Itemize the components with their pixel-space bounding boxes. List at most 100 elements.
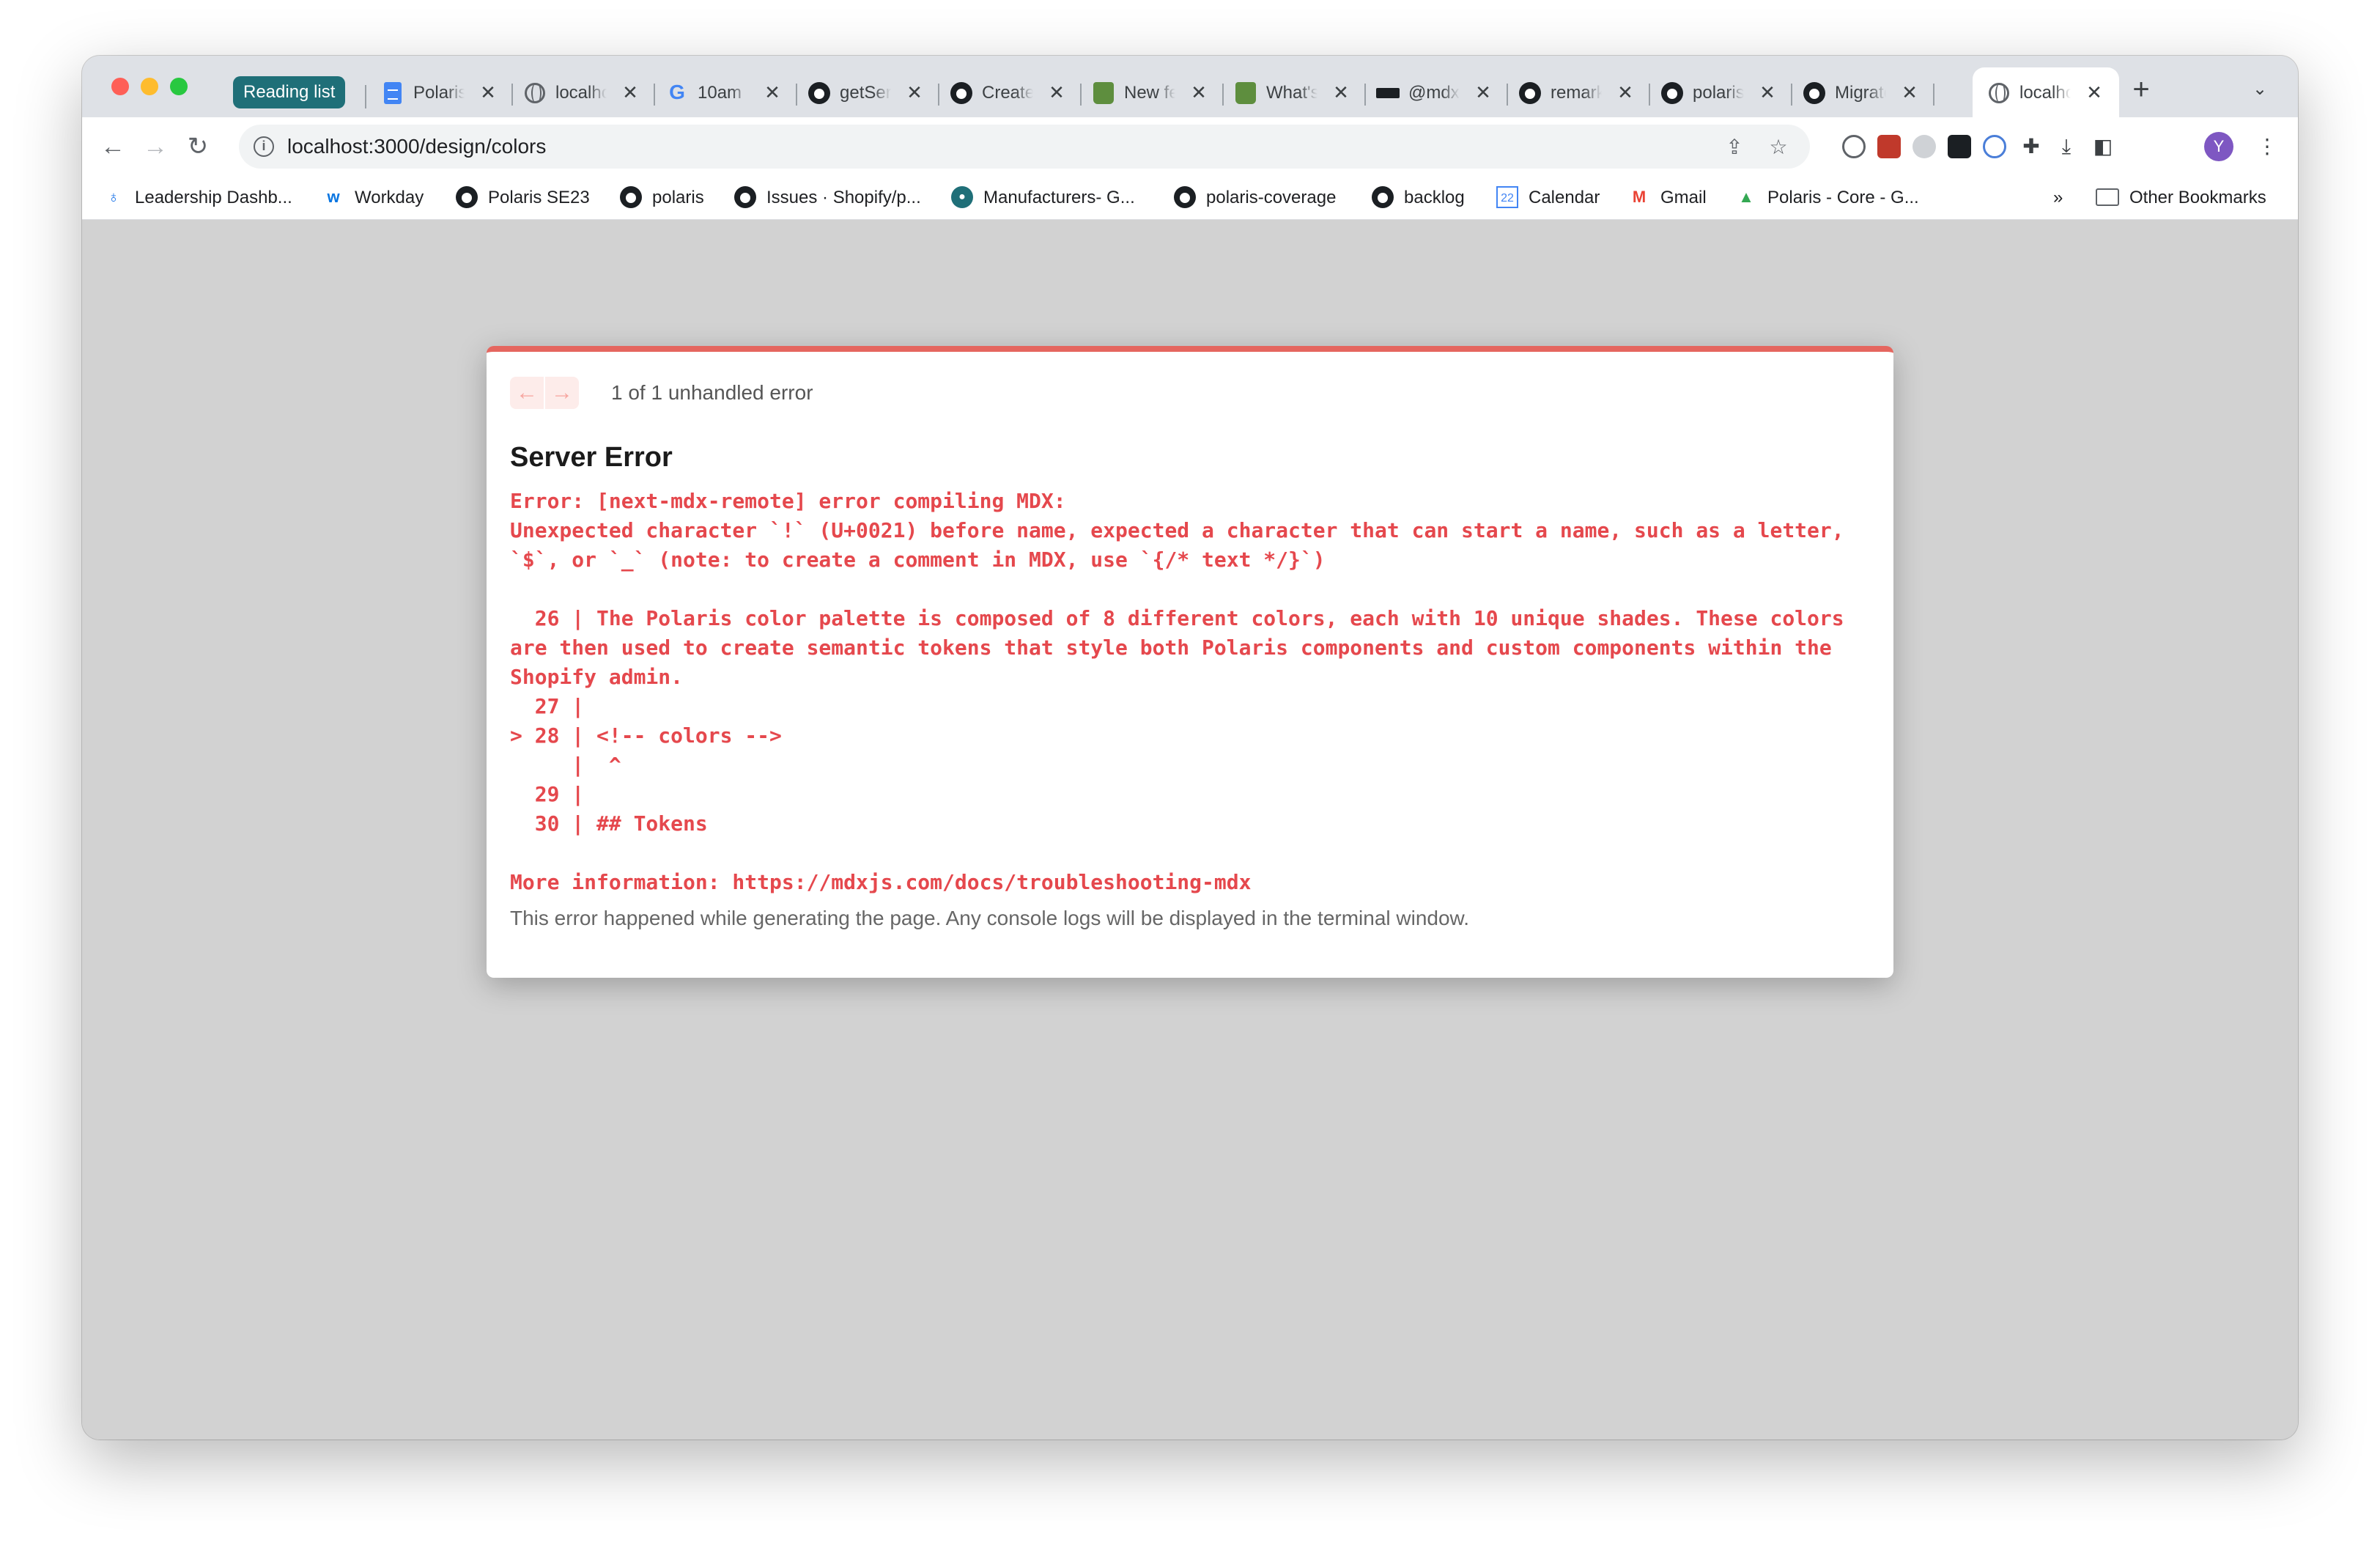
tab-close-icon[interactable]: ✕ <box>1473 82 1493 103</box>
close-window-button[interactable] <box>111 78 129 95</box>
bookmark-item[interactable]: Issues · Shopify/p... <box>734 183 921 213</box>
tab-close-icon[interactable]: ✕ <box>478 82 498 103</box>
other-bookmarks-label: Other Bookmarks <box>2129 188 2266 207</box>
bookmark-label: polaris-coverage <box>1206 188 1337 207</box>
browser-tab[interactable]: Migrate ✕ <box>1788 67 1934 117</box>
github-icon <box>456 185 478 208</box>
browser-tab[interactable]: What's ✕ <box>1219 67 1366 117</box>
bookmark-item[interactable]: backlog <box>1372 183 1465 213</box>
mdx-icon <box>1376 87 1400 98</box>
tab-close-icon[interactable]: ✕ <box>1757 82 1778 103</box>
toolbar: ← → ↻ i localhost:3000/design/colors ⇪ ☆… <box>82 117 2298 176</box>
bookmark-label: Gmail <box>1660 188 1707 207</box>
tab-close-icon[interactable]: ✕ <box>904 82 925 103</box>
leadership-icon: ♁ <box>107 187 120 206</box>
error-count: 1 of 1 unhandled error <box>611 381 813 404</box>
tab-strip: Reading list Polaris✕localhost✕G10am✕get… <box>82 56 2298 117</box>
share-icon[interactable]: ⇪ <box>1722 135 1747 160</box>
tab-close-icon[interactable]: ✕ <box>1615 82 1636 103</box>
browser-tab[interactable]: Polaris ✕ <box>366 67 513 117</box>
new-tab-button[interactable]: + <box>2126 75 2156 104</box>
extension-dark-icon[interactable] <box>1948 135 1971 158</box>
pin-icon: ● <box>951 185 973 208</box>
tab-close-icon[interactable]: ✕ <box>762 82 783 103</box>
reload-button[interactable]: ↻ <box>180 129 215 164</box>
browser-tab[interactable]: localhost ✕ <box>1973 67 2119 117</box>
tab-favicon <box>523 81 547 104</box>
tab-close-icon[interactable]: ✕ <box>1046 82 1067 103</box>
gmail-icon: M <box>1632 187 1647 206</box>
browser-tab[interactable]: remark ✕ <box>1504 67 1650 117</box>
error-message-line: 26 | The Polaris color palette is compos… <box>510 606 1844 630</box>
bookmark-item[interactable]: polaris-coverage <box>1174 183 1336 213</box>
other-bookmarks-button[interactable]: Other Bookmarks <box>2096 183 2266 213</box>
site-info-icon[interactable]: i <box>254 136 274 157</box>
tab-favicon <box>1987 81 2011 104</box>
tab-title: Migrate <box>1835 83 1886 103</box>
extension-grey-icon[interactable] <box>1912 135 1936 158</box>
bookmark-item[interactable]: w Workday <box>322 183 424 213</box>
browser-tab[interactable]: localhost ✕ <box>509 67 655 117</box>
minimize-window-button[interactable] <box>141 78 158 95</box>
bookmark-item[interactable]: M Gmail <box>1628 183 1707 213</box>
google-docs-icon <box>384 81 402 104</box>
browser-tab[interactable]: Create ✕ <box>935 67 1082 117</box>
error-message-line: 29 | <box>510 782 585 806</box>
bookmark-label: polaris <box>652 188 704 207</box>
bookmark-label: Issues · Shopify/p... <box>766 188 921 207</box>
bookmark-label: Leadership Dashb... <box>135 188 292 207</box>
side-panel-icon[interactable]: ◧ <box>2090 133 2116 160</box>
tab-search-button[interactable]: ⌄ <box>2248 78 2272 101</box>
extension-lighthouse-icon[interactable] <box>1842 135 1866 158</box>
bookmark-star-icon[interactable]: ☆ <box>1766 135 1791 160</box>
browser-tab[interactable]: polaris ✕ <box>1646 67 1792 117</box>
zoom-window-button[interactable] <box>170 78 188 95</box>
github-icon <box>734 185 756 208</box>
back-button[interactable]: ← <box>95 129 130 164</box>
tab-favicon <box>950 81 973 104</box>
extensions-puzzle-icon[interactable]: ✚ <box>2018 133 2044 160</box>
tab-close-icon[interactable]: ✕ <box>1899 82 1920 103</box>
previous-error-button[interactable]: ← <box>510 377 544 409</box>
bookmark-item[interactable]: 22 Calendar <box>1496 183 1600 213</box>
error-title: Server Error <box>510 442 673 473</box>
bookmark-item[interactable]: Polaris SE23 <box>456 183 590 213</box>
extension-red-icon[interactable] <box>1877 135 1901 158</box>
tab-separator <box>1933 84 1934 106</box>
github-icon <box>1661 81 1683 104</box>
bookmark-label: Workday <box>355 188 424 207</box>
error-message-line: `$`, or `_` (note: to create a comment i… <box>510 548 1326 572</box>
github-icon <box>1519 81 1541 104</box>
address-bar[interactable]: i localhost:3000/design/colors ⇪ ☆ <box>239 125 1810 169</box>
extension-blue-icon[interactable] <box>1983 135 2006 158</box>
arrow-left-icon: ← <box>516 380 538 405</box>
browser-tab[interactable]: New feature ✕ <box>1077 67 1224 117</box>
github-icon <box>620 185 642 208</box>
bookmarks-overflow-button[interactable]: » <box>2053 183 2063 213</box>
tab-title: What's <box>1266 83 1318 103</box>
error-message-line: Error: [next-mdx-remote] error compiling… <box>510 489 1066 513</box>
browser-tab[interactable]: getServerSideProps ✕ <box>793 67 939 117</box>
github-icon <box>1372 185 1394 208</box>
next-error-button[interactable]: → <box>545 377 579 409</box>
tab-close-icon[interactable]: ✕ <box>1331 82 1351 103</box>
bookmark-label: Polaris SE23 <box>488 188 590 207</box>
forward-button[interactable]: → <box>138 129 173 164</box>
bookmark-item[interactable]: ▲ Polaris - Core - G... <box>1735 183 1919 213</box>
bookmark-item[interactable]: ♁ Leadership Dashb... <box>103 183 292 213</box>
tab-close-icon[interactable]: ✕ <box>620 82 640 103</box>
github-icon <box>1803 81 1825 104</box>
bookmark-item[interactable]: polaris <box>620 183 704 213</box>
downloads-icon[interactable]: ⤓ <box>2053 133 2080 160</box>
tab-close-icon[interactable]: ✕ <box>2084 82 2104 103</box>
profile-avatar[interactable]: Y <box>2204 132 2233 161</box>
error-message-line: More information: https://mdxjs.com/docs… <box>510 870 1252 894</box>
url-text[interactable]: localhost:3000/design/colors <box>287 135 546 158</box>
menu-kebab-icon[interactable]: ⋮ <box>2254 133 2280 160</box>
reading-list-button[interactable]: Reading list <box>233 76 346 108</box>
tab-close-icon[interactable]: ✕ <box>1189 82 1209 103</box>
globe-icon <box>525 82 545 103</box>
bookmark-item[interactable]: ● Manufacturers- G... <box>951 183 1135 213</box>
browser-tab[interactable]: @mdx ✕ <box>1361 67 1508 117</box>
browser-tab[interactable]: G 10am ✕ <box>651 67 797 117</box>
